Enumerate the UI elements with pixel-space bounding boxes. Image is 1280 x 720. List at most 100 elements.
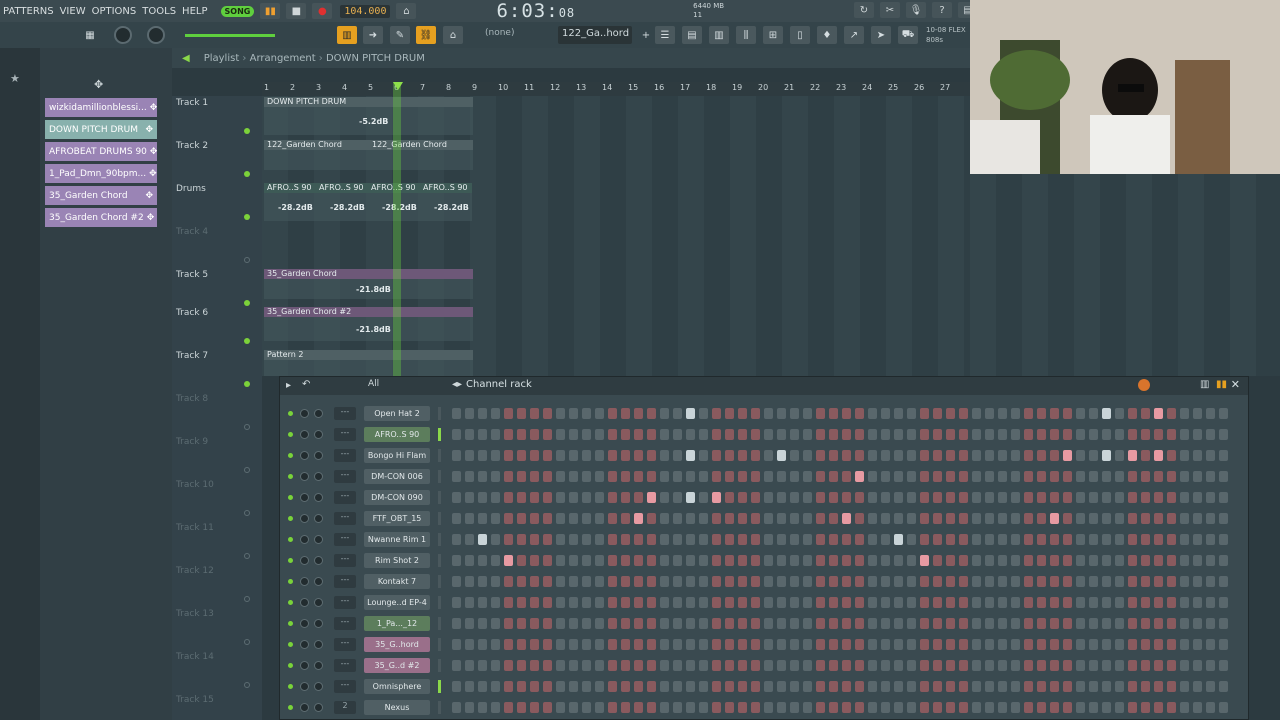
step-button[interactable]: [712, 471, 721, 482]
step-button[interactable]: [1167, 555, 1176, 566]
step-button[interactable]: [985, 660, 994, 671]
step-button[interactable]: [543, 660, 552, 671]
step-button[interactable]: [1076, 450, 1085, 461]
step-button[interactable]: [1219, 576, 1228, 587]
step-button[interactable]: [894, 408, 903, 419]
step-button[interactable]: [855, 534, 864, 545]
step-button[interactable]: [699, 492, 708, 503]
step-button[interactable]: [465, 450, 474, 461]
track-name[interactable]: Track 2: [176, 141, 208, 151]
channel-name-button[interactable]: Kontakt 7: [364, 574, 430, 589]
step-button[interactable]: [478, 639, 487, 650]
step-button[interactable]: [634, 429, 643, 440]
channel-mixer-route[interactable]: ---: [334, 659, 356, 672]
step-button[interactable]: [933, 597, 942, 608]
step-button[interactable]: [478, 702, 487, 713]
channel-name-button[interactable]: Lounge..d EP-4: [364, 595, 430, 610]
step-button[interactable]: [842, 429, 851, 440]
step-button[interactable]: [543, 513, 552, 524]
step-button[interactable]: [569, 618, 578, 629]
step-button[interactable]: [1219, 681, 1228, 692]
channel-pan-knob[interactable]: [300, 493, 309, 502]
track-mute-dot[interactable]: [244, 338, 250, 344]
step-button[interactable]: [1102, 534, 1111, 545]
step-button[interactable]: [1076, 639, 1085, 650]
step-button[interactable]: [751, 702, 760, 713]
step-button[interactable]: [543, 618, 552, 629]
track-mute-dot[interactable]: [244, 596, 250, 602]
move-icon[interactable]: ✥: [150, 147, 157, 157]
step-button[interactable]: [1180, 429, 1189, 440]
channel-select-indicator[interactable]: [438, 659, 441, 672]
step-button[interactable]: [491, 408, 500, 419]
step-button[interactable]: [478, 660, 487, 671]
step-button[interactable]: [491, 450, 500, 461]
step-button[interactable]: [933, 576, 942, 587]
step-button[interactable]: [1024, 681, 1033, 692]
track-mute-dot[interactable]: [244, 214, 250, 220]
step-button[interactable]: [686, 534, 695, 545]
step-button[interactable]: [972, 618, 981, 629]
step-button[interactable]: [777, 450, 786, 461]
step-button[interactable]: [1128, 702, 1137, 713]
step-button[interactable]: [1154, 702, 1163, 713]
step-button[interactable]: [1206, 492, 1215, 503]
step-button[interactable]: [1011, 639, 1020, 650]
step-button[interactable]: [1063, 513, 1072, 524]
channel-name-button[interactable]: FTF_OBT_15: [364, 511, 430, 526]
plus-icon[interactable]: +: [636, 26, 656, 44]
step-button[interactable]: [1063, 576, 1072, 587]
step-button[interactable]: [868, 534, 877, 545]
track-name[interactable]: Track 6: [176, 308, 208, 318]
step-button[interactable]: [907, 639, 916, 650]
step-button[interactable]: [907, 408, 916, 419]
step-button[interactable]: [1219, 450, 1228, 461]
channel-pan-knob[interactable]: [300, 703, 309, 712]
step-button[interactable]: [946, 513, 955, 524]
step-button[interactable]: [569, 513, 578, 524]
step-button[interactable]: [608, 639, 617, 650]
step-button[interactable]: [972, 639, 981, 650]
clip-pattern-2[interactable]: Pattern 2: [264, 350, 473, 376]
step-button[interactable]: [907, 576, 916, 587]
step-button[interactable]: [673, 408, 682, 419]
clip-35-garden-chord-2[interactable]: 35_Garden Chord #2 -21.8dB: [264, 307, 473, 341]
channel-mixer-route[interactable]: ---: [334, 491, 356, 504]
step-button[interactable]: [660, 450, 669, 461]
step-button[interactable]: [1128, 639, 1137, 650]
step-button[interactable]: [868, 471, 877, 482]
step-button[interactable]: [855, 639, 864, 650]
step-button[interactable]: [1219, 513, 1228, 524]
step-button[interactable]: [556, 597, 565, 608]
step-button[interactable]: [985, 408, 994, 419]
step-button[interactable]: [842, 534, 851, 545]
step-button[interactable]: [972, 597, 981, 608]
step-button[interactable]: [1037, 471, 1046, 482]
channel-volume-knob[interactable]: [314, 640, 323, 649]
step-button[interactable]: [829, 513, 838, 524]
step-button[interactable]: [946, 681, 955, 692]
step-button[interactable]: [1167, 408, 1176, 419]
step-button[interactable]: [491, 639, 500, 650]
step-button[interactable]: [881, 618, 890, 629]
view-playlist-icon[interactable]: ☰: [655, 26, 675, 44]
step-button[interactable]: [972, 408, 981, 419]
step-button[interactable]: [946, 576, 955, 587]
step-button[interactable]: [1154, 618, 1163, 629]
step-button[interactable]: [894, 555, 903, 566]
step-button[interactable]: [660, 408, 669, 419]
step-button[interactable]: [1206, 534, 1215, 545]
step-button[interactable]: [595, 597, 604, 608]
step-button[interactable]: [530, 408, 539, 419]
step-button[interactable]: [842, 618, 851, 629]
step-button[interactable]: [1154, 492, 1163, 503]
step-button[interactable]: [725, 639, 734, 650]
step-button[interactable]: [1141, 639, 1150, 650]
step-button[interactable]: [595, 555, 604, 566]
step-button[interactable]: [608, 555, 617, 566]
step-button[interactable]: [1011, 681, 1020, 692]
step-button[interactable]: [699, 429, 708, 440]
step-button[interactable]: [738, 702, 747, 713]
step-button[interactable]: [725, 660, 734, 671]
step-button[interactable]: [1128, 681, 1137, 692]
